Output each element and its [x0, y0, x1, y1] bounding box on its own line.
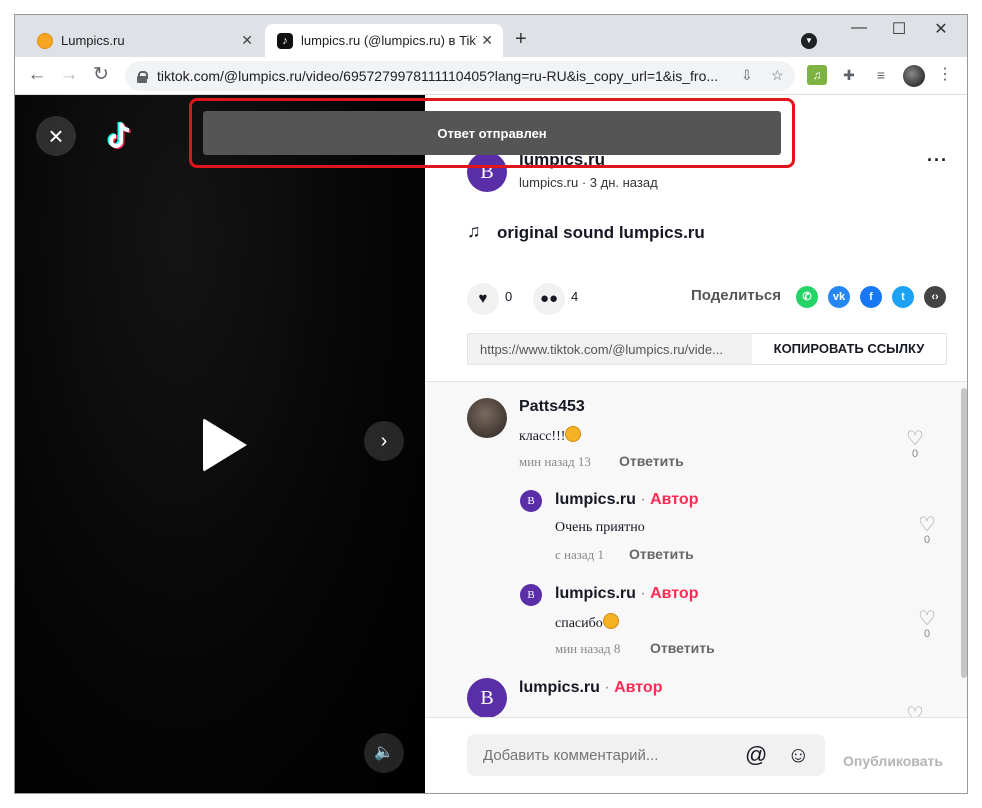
reply-author-line[interactable]: lumpics.ru · Автор	[555, 491, 698, 509]
url-text[interactable]: tiktok.com/@lumpics.ru/video/69572799781…	[157, 68, 727, 84]
like-button[interactable]: ♥	[467, 283, 499, 315]
author-badge: Автор	[650, 491, 699, 508]
reply-author[interactable]: lumpics.ru	[555, 585, 636, 602]
minimize-button[interactable]: —	[839, 19, 879, 37]
tab-tiktok[interactable]: ♪ lumpics.ru (@lumpics.ru) в TikTok ✕	[265, 24, 503, 57]
next-video-button[interactable]: ›	[364, 421, 404, 461]
author-badge: Автор	[614, 679, 663, 696]
reload-icon[interactable]: ↻	[89, 64, 113, 86]
facebook-icon[interactable]: f	[860, 286, 882, 308]
like-count: 0	[505, 289, 513, 304]
comment-input-bar: @ ☺ Опубликовать	[425, 717, 967, 793]
comments-scrollbar[interactable]	[961, 388, 967, 678]
comment-text: класс!!!	[519, 426, 582, 445]
commenter-name[interactable]: Patts453	[519, 398, 585, 416]
bookmark-star-icon[interactable]: ☆	[771, 67, 784, 84]
embed-icon[interactable]: ‹›	[924, 286, 946, 308]
play-icon[interactable]	[203, 418, 247, 472]
tab-close-icon[interactable]: ✕	[481, 32, 493, 49]
tiktok-logo-icon[interactable]	[101, 119, 137, 155]
video-details-panel: B lumpics.ru lumpics.ru · 3 дн. назад ··…	[425, 95, 967, 793]
reply-time: с назад 1	[555, 547, 605, 562]
lumpics-favicon-icon	[37, 32, 53, 49]
forward-icon[interactable]: →	[57, 64, 81, 86]
sound-title[interactable]: original sound lumpics.ru	[497, 223, 705, 243]
new-tab-button[interactable]: +	[515, 29, 527, 49]
music-extension-icon[interactable]: ♫	[807, 65, 827, 85]
tab-close-icon[interactable]: ✕	[241, 32, 253, 49]
volume-button[interactable]: 🔈	[364, 733, 404, 773]
close-window-button[interactable]: ✕	[921, 19, 961, 39]
mention-icon[interactable]: @	[745, 742, 767, 768]
page-content: × › 🔈 B lumpics.ru lumpics.ru · 3 дн. на…	[15, 95, 967, 793]
comment-time: мин назад 13	[519, 454, 591, 469]
share-link-text[interactable]: https://www.tiktok.com/@lumpics.ru/vide.…	[468, 334, 752, 364]
reply-author-line[interactable]: lumpics.ru · Автор	[555, 585, 698, 603]
emoji-picker-icon[interactable]: ☺	[787, 742, 809, 768]
comment-body: класс!!!	[519, 429, 566, 444]
reply-button[interactable]: Ответить	[629, 546, 694, 562]
back-icon[interactable]: ←	[25, 64, 49, 86]
toast-notification: Ответ отправлен	[203, 111, 781, 155]
reply-body: спасибо	[555, 616, 603, 631]
copy-link-button[interactable]: КОПИРОВАТЬ ССЫЛКУ	[752, 334, 946, 364]
profile-avatar[interactable]	[903, 65, 925, 87]
commenter-name-line[interactable]: lumpics.ru · Автор	[519, 679, 662, 697]
reply-avatar[interactable]: B	[520, 584, 542, 606]
tab-lumpics[interactable]: Lumpics.ru ✕	[23, 24, 263, 57]
browser-window: Lumpics.ru ✕ ♪ lumpics.ru (@lumpics.ru) …	[14, 14, 968, 794]
more-options-icon[interactable]: ···	[927, 150, 948, 171]
reply-like-count: 0	[923, 628, 931, 640]
browser-menu-icon[interactable]: ⋮	[935, 65, 955, 85]
comment-count: 4	[571, 289, 579, 304]
reply-button[interactable]: Ответить	[619, 453, 684, 469]
commenter-avatar[interactable]: B	[467, 678, 507, 717]
whatsapp-icon[interactable]: ✆	[796, 286, 818, 308]
comment-like-icon[interactable]: ♡	[905, 702, 925, 717]
reply-text: спасибо	[555, 613, 619, 632]
video-player[interactable]: × › 🔈	[15, 95, 425, 793]
commenter-avatar[interactable]	[467, 398, 507, 438]
maximize-button[interactable]: ☐	[879, 19, 919, 39]
comments-list[interactable]: Patts453 класс!!! мин назад 13 Ответить …	[425, 381, 967, 717]
reply-like-count: 0	[923, 534, 931, 546]
comment-button[interactable]: ●●	[533, 283, 565, 315]
twitter-icon[interactable]: t	[892, 286, 914, 308]
comment-author[interactable]: Patts453	[519, 398, 585, 415]
author-subtitle: lumpics.ru · 3 дн. назад	[519, 175, 658, 190]
comment-author[interactable]: lumpics.ru	[519, 679, 600, 696]
publish-button[interactable]: Опубликовать	[843, 753, 943, 769]
reply-author[interactable]: lumpics.ru	[555, 491, 636, 508]
comment-input[interactable]	[467, 734, 825, 776]
vk-icon[interactable]: vk	[828, 286, 850, 308]
address-bar[interactable]: tiktok.com/@lumpics.ru/video/69572799781…	[125, 61, 795, 91]
share-link-box: https://www.tiktok.com/@lumpics.ru/vide.…	[467, 333, 947, 365]
tiktok-favicon-icon: ♪	[277, 32, 293, 49]
smiling-face-hearts-emoji-icon	[565, 426, 582, 442]
share-label: Поделиться	[691, 287, 782, 304]
reply-button[interactable]: Ответить	[650, 640, 715, 656]
reading-list-icon[interactable]: ≡	[871, 65, 891, 85]
browser-toolbar: ← → ↻ tiktok.com/@lumpics.ru/video/69572…	[15, 57, 967, 95]
tab-title: lumpics.ru (@lumpics.ru) в TikTok	[301, 33, 477, 48]
music-note-icon: ♫	[467, 221, 481, 241]
tab-title: Lumpics.ru	[61, 33, 125, 48]
tab-search-icon[interactable]: ▼	[801, 33, 817, 49]
reply-text: Очень приятно	[555, 520, 645, 535]
comment-like-count: 0	[911, 448, 919, 460]
install-app-icon[interactable]: ⇩	[741, 67, 753, 84]
close-video-button[interactable]: ×	[36, 116, 76, 156]
extensions-puzzle-icon[interactable]: ✚	[839, 65, 859, 85]
reply-avatar[interactable]: B	[520, 490, 542, 512]
reply-time: мин назад 8	[555, 641, 621, 656]
tab-strip: Lumpics.ru ✕ ♪ lumpics.ru (@lumpics.ru) …	[15, 15, 967, 57]
grinning-face-emoji-icon	[602, 613, 619, 629]
lock-icon	[137, 70, 148, 83]
author-badge: Автор	[650, 585, 699, 602]
